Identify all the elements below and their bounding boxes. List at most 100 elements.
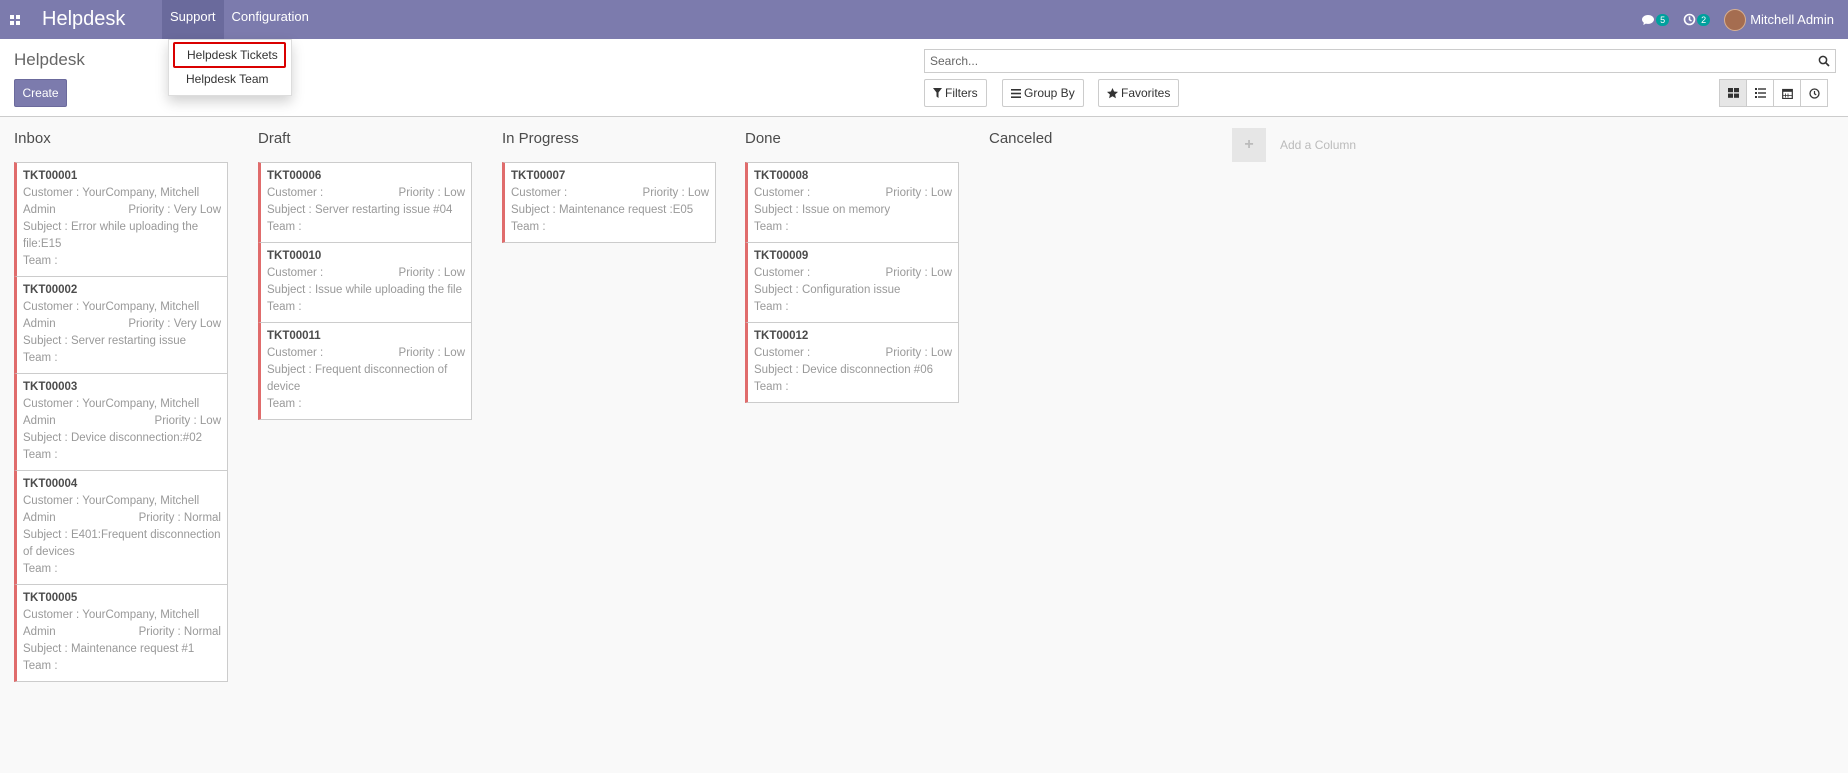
priority: Priority : Normal — [138, 512, 221, 524]
kanban-column-draft: Draft TKT00006 Customer : Priority : Low … — [258, 129, 472, 420]
customer-line: Customer : — [754, 187, 811, 199]
add-column-label[interactable]: Add a Column — [1280, 138, 1356, 152]
priority: Priority : Low — [885, 347, 952, 359]
ticket-ref: TKT00004 — [23, 478, 78, 490]
kanban-card[interactable]: TKT00011 Customer : Priority : Low Subjec… — [258, 322, 472, 420]
activity-view-button[interactable] — [1800, 79, 1828, 107]
subject: Subject : Issue while uploading the file — [267, 284, 462, 296]
subject: Subject : Device disconnection:#02 — [23, 432, 202, 444]
filters-label: Filters — [945, 86, 978, 100]
subject: Subject : Server restarting issue #04 — [267, 204, 453, 216]
systray: 5 2 Mitchell Admin — [1641, 0, 1848, 39]
ticket-ref: TKT00002 — [23, 284, 78, 296]
team: Team : — [754, 381, 789, 393]
chat-count-badge: 5 — [1656, 13, 1670, 26]
priority: Priority : Low — [398, 347, 465, 359]
subject: Subject : Server restarting issue — [23, 335, 186, 347]
kanban-card[interactable]: TKT00001 Customer : YourCompany, Mitchel… — [14, 162, 228, 277]
team: Team : — [23, 563, 58, 575]
create-button[interactable]: Create — [14, 79, 67, 107]
customer-line-cont: Admin — [23, 512, 56, 524]
customer-line: Customer : — [511, 187, 568, 199]
kanban-column-in-progress: In Progress TKT00007 Customer : Priority … — [502, 129, 716, 243]
filter-icon — [933, 88, 942, 98]
menu-support[interactable]: Support — [162, 0, 224, 39]
customer-line: Customer : — [267, 347, 324, 359]
customer-line-cont: Admin — [23, 415, 56, 427]
add-column[interactable]: + Add a Column — [1232, 128, 1356, 162]
user-menu[interactable]: Mitchell Admin — [1724, 8, 1834, 31]
ticket-ref: TKT00010 — [267, 250, 322, 262]
priority: Priority : Low — [642, 187, 709, 199]
list-view-button[interactable] — [1746, 79, 1774, 107]
support-dropdown-menu: Helpdesk Tickets Helpdesk Team — [168, 39, 292, 96]
subject: Subject : Maintenance request :E05 — [511, 204, 694, 216]
subject: Subject : E401:Frequent disconnection of… — [23, 529, 221, 558]
calendar-view-button[interactable] — [1773, 79, 1801, 107]
kanban-column-done: Done TKT00008 Customer : Priority : Low S… — [745, 129, 959, 403]
priority: Priority : Very Low — [128, 204, 221, 216]
group-by-label: Group By — [1024, 86, 1075, 100]
kanban-icon — [1727, 88, 1739, 98]
favorites-button[interactable]: Favorites — [1098, 79, 1180, 107]
kanban-card[interactable]: TKT00009 Customer : Priority : Low Subjec… — [745, 242, 959, 323]
priority: Priority : Normal — [138, 626, 221, 638]
team: Team : — [511, 221, 546, 233]
customer-line: Customer : — [754, 347, 811, 359]
kanban-card[interactable]: TKT00003 Customer : YourCompany, Mitchel… — [14, 373, 228, 471]
subject: Subject : Maintenance request #1 — [23, 643, 195, 655]
menu-item-helpdesk-tickets[interactable]: Helpdesk Tickets — [173, 42, 286, 68]
subject: Subject : Configuration issue — [754, 284, 901, 296]
clock-icon — [1808, 87, 1820, 99]
ticket-ref: TKT00003 — [23, 381, 78, 393]
filters-button[interactable]: Filters — [924, 79, 987, 107]
clock-icon — [1683, 13, 1696, 26]
kanban-card[interactable]: TKT00008 Customer : Priority : Low Subjec… — [745, 162, 959, 243]
plus-icon[interactable]: + — [1232, 128, 1266, 162]
kanban-card[interactable]: TKT00012 Customer : Priority : Low Subjec… — [745, 322, 959, 403]
menu-configuration[interactable]: Configuration — [224, 0, 317, 39]
kanban-column-inbox: Inbox TKT00001 Customer : YourCompany, M… — [14, 129, 228, 682]
kanban-card[interactable]: TKT00005 Customer : YourCompany, Mitchel… — [14, 584, 228, 682]
subject: Subject : Error while uploading the file… — [23, 221, 199, 250]
ticket-ref: TKT00006 — [267, 170, 322, 182]
kanban-card[interactable]: TKT00006 Customer : Priority : Low Subjec… — [258, 162, 472, 243]
priority: Priority : Low — [398, 267, 465, 279]
column-title: Canceled — [989, 130, 1053, 147]
group-by-button[interactable]: Group By — [1002, 79, 1084, 107]
kanban-card[interactable]: TKT00002 Customer : YourCompany, Mitchel… — [14, 276, 228, 374]
messaging-menu[interactable]: 5 — [1641, 13, 1670, 26]
menu-item-helpdesk-team[interactable]: Helpdesk Team — [169, 68, 291, 91]
kanban-card[interactable]: TKT00007 Customer : Priority : Low Subjec… — [502, 162, 716, 243]
customer-line: Customer : YourCompany, Mitchell — [23, 187, 200, 199]
app-brand[interactable]: Helpdesk — [42, 8, 162, 31]
user-name: Mitchell Admin — [1750, 12, 1834, 27]
team: Team : — [23, 255, 58, 267]
top-navbar: Helpdesk Support Configuration 5 2 Mitch… — [0, 0, 1848, 39]
priority: Priority : Low — [885, 267, 952, 279]
kanban-card[interactable]: TKT00010 Customer : Priority : Low Subjec… — [258, 242, 472, 323]
activity-menu[interactable]: 2 — [1683, 13, 1711, 26]
avatar — [1724, 8, 1747, 31]
customer-line: Customer : YourCompany, Mitchell — [23, 398, 200, 410]
apps-menu-icon[interactable] — [0, 0, 30, 39]
customer-line: Customer : — [267, 267, 324, 279]
priority: Priority : Low — [885, 187, 952, 199]
search-input[interactable] — [925, 50, 1813, 72]
team: Team : — [267, 301, 302, 313]
customer-line: Customer : YourCompany, Mitchell — [23, 495, 200, 507]
kanban-column-canceled: Canceled — [989, 129, 1203, 162]
subject: Subject : Issue on memory — [754, 204, 891, 216]
ticket-ref: TKT00012 — [754, 330, 809, 342]
favorites-label: Favorites — [1121, 86, 1171, 100]
view-switcher — [1719, 79, 1828, 107]
kanban-card[interactable]: TKT00004 Customer : YourCompany, Mitchel… — [14, 470, 228, 585]
calendar-icon — [1781, 88, 1793, 99]
subject: Subject : Frequent disconnection of devi… — [267, 364, 448, 393]
search-bar — [924, 49, 1836, 73]
search-icon[interactable] — [1813, 55, 1835, 67]
kanban-view-button[interactable] — [1719, 79, 1747, 107]
priority: Priority : Low — [398, 187, 465, 199]
priority: Priority : Very Low — [128, 318, 221, 330]
ticket-ref: TKT00005 — [23, 592, 78, 604]
